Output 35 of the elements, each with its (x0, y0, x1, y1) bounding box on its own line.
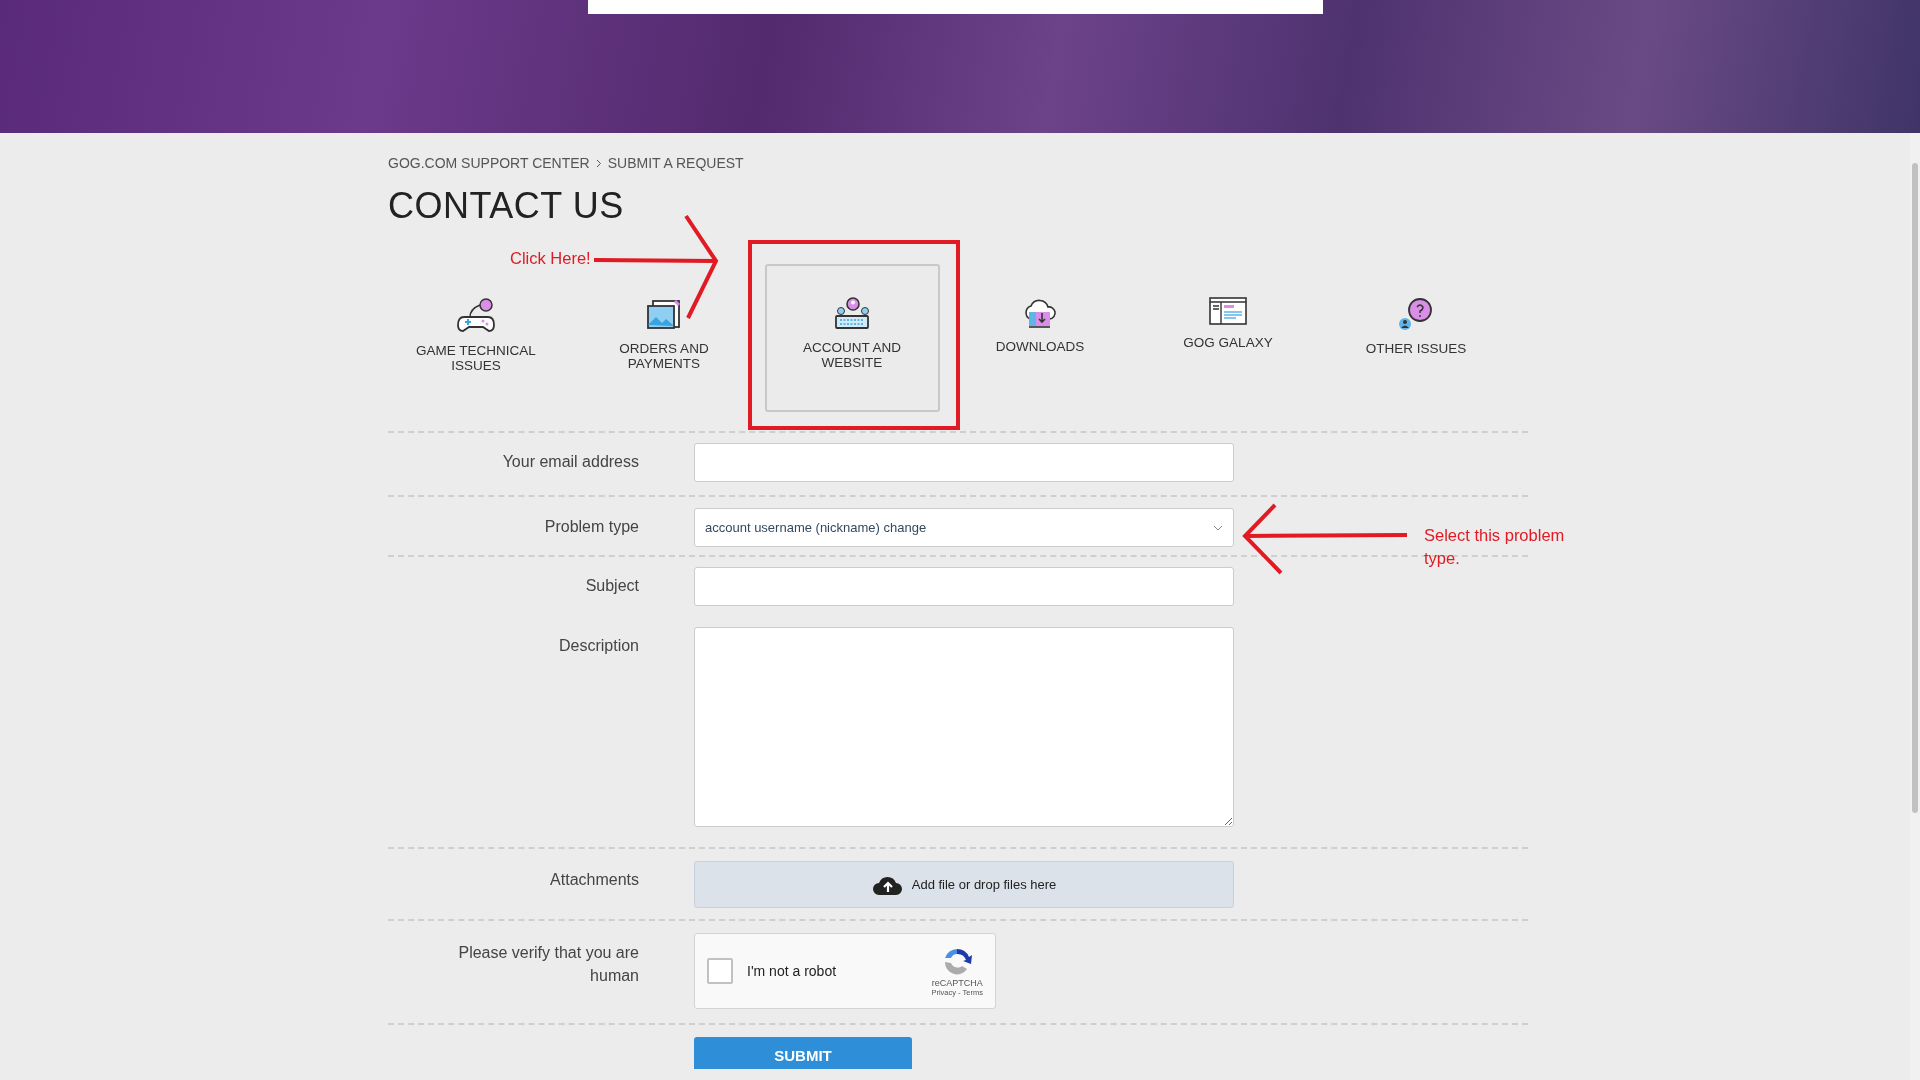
category-card[interactable]: ACCOUNT AND WEBSITE (764, 264, 940, 412)
browser-window-icon (1209, 297, 1247, 325)
description-field[interactable] (694, 627, 1234, 827)
field-label: Description (557, 636, 639, 656)
annotation-note: Select this problem type. (1424, 525, 1566, 569)
problem-type-dropdown[interactable]: account username (nickname) change (694, 508, 1234, 547)
pictures-icon (645, 297, 683, 331)
category-card[interactable]: DOWNLOADS (952, 295, 1128, 356)
text-field[interactable] (694, 567, 1234, 606)
field-label: Your email address (501, 452, 639, 472)
field-label: Please verify that you are human (457, 943, 639, 986)
breadcrumb-link[interactable]: SUBMIT A REQUEST (607, 155, 744, 171)
drop-hint: Add file or drop files here (911, 877, 1057, 892)
category-card[interactable]: OTHER ISSUES (1328, 295, 1504, 358)
category-card[interactable]: GOG GALAXY (1140, 295, 1316, 352)
captcha-label: I'm not a robot (747, 963, 838, 979)
scrollbar[interactable] (1910, 133, 1920, 1080)
captcha-checkbox[interactable] (707, 958, 733, 984)
field-label: Subject (584, 576, 639, 596)
chevron-right-icon (595, 158, 602, 168)
file-drop-zone[interactable]: Add file or drop files here (694, 861, 1234, 908)
annotation-note: Click Here! (510, 248, 591, 269)
breadcrumb-link[interactable]: GOG.COM SUPPORT CENTER (388, 155, 590, 171)
gamepad-icon (456, 297, 496, 333)
search-bar[interactable] (587, 0, 1323, 14)
category-card[interactable]: GAME TECHNICAL ISSUES (388, 295, 564, 375)
category-card[interactable]: ORDERS AND PAYMENTS (576, 295, 752, 373)
field-label: Problem type (543, 517, 639, 537)
question-bubble-icon (1397, 297, 1435, 331)
chevron-down-icon (1213, 524, 1223, 531)
keyboard-user-icon (833, 296, 871, 330)
text-field[interactable] (694, 443, 1234, 482)
recaptcha-label: reCAPTCHA (931, 977, 983, 988)
field-label: Attachments (549, 870, 639, 890)
page-title: CONTACT US (388, 185, 625, 227)
